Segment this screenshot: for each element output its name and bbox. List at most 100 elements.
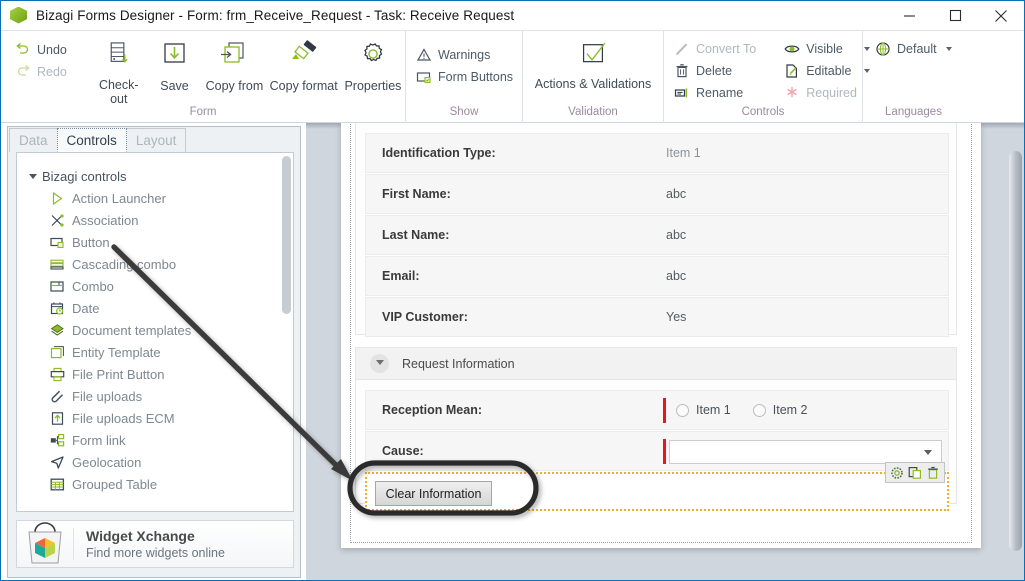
- actions-validations-label: Actions & Validations: [534, 77, 652, 91]
- radio-option-item-2[interactable]: Item 2: [752, 403, 808, 417]
- save-button[interactable]: Save: [147, 36, 203, 106]
- properties-button[interactable]: Properties: [341, 36, 405, 106]
- field-row-email[interactable]: Email: abc: [365, 256, 949, 296]
- radio-icon[interactable]: [676, 403, 689, 417]
- scrollbar-thumb[interactable]: [282, 156, 291, 314]
- chevron-down-icon[interactable]: [924, 449, 932, 455]
- control-item-file-uploads[interactable]: File uploads: [17, 385, 293, 407]
- canvas-scrollbar[interactable]: [1009, 127, 1022, 577]
- shopping-bag-icon: [17, 521, 73, 567]
- cascading-combo-icon: [50, 259, 64, 270]
- rename-label: Rename: [696, 86, 744, 100]
- combo-icon: [50, 280, 64, 292]
- control-item-association[interactable]: Association: [17, 209, 293, 231]
- minimize-icon[interactable]: [886, 1, 932, 31]
- controls-tree: Bizagi controls Action Launcher Associat…: [16, 152, 294, 512]
- field-value: Yes: [666, 310, 687, 324]
- check-out-button[interactable]: Check-out: [91, 36, 147, 106]
- rename-icon: [674, 88, 688, 98]
- widget-promo-title: Widget Xchange: [86, 527, 195, 544]
- control-item-label: File uploads: [72, 388, 143, 404]
- copy-from-icon: [221, 42, 245, 63]
- form-buttons-button[interactable]: Form Buttons: [412, 66, 517, 88]
- radio-label: Item 1: [696, 403, 731, 417]
- control-item-label: Combo: [72, 278, 114, 294]
- control-item-combo[interactable]: Combo: [17, 275, 293, 297]
- entity-template-icon: [50, 345, 64, 358]
- save-label: Save: [160, 79, 189, 93]
- gear-icon[interactable]: [890, 466, 904, 480]
- rename-button[interactable]: Rename: [670, 82, 760, 104]
- control-item-action-launcher[interactable]: Action Launcher: [17, 187, 293, 209]
- trash-icon[interactable]: [926, 466, 940, 480]
- duplicate-icon[interactable]: [908, 466, 922, 480]
- save-icon: [164, 43, 186, 63]
- panel-tabs: Data Controls Layout: [9, 127, 187, 152]
- control-item-label: Date: [72, 300, 100, 316]
- ribbon-toolbar: Undo Redo Check-out Save Copy from Copy …: [1, 31, 1024, 123]
- scrollbar-thumb[interactable]: [1009, 151, 1022, 551]
- selected-control-row[interactable]: Clear Information: [365, 462, 949, 511]
- undo-label: Undo: [37, 43, 67, 57]
- field-value: abc: [666, 228, 687, 242]
- bizagi-cube-icon: [9, 6, 29, 26]
- printer-icon: [50, 367, 65, 381]
- control-item-label: Geolocation: [72, 454, 142, 470]
- field-row-cause[interactable]: Cause:: [365, 431, 949, 471]
- widget-xchange-promo[interactable]: Widget Xchange Find more widgets online: [16, 520, 294, 568]
- copy-format-button[interactable]: Copy format: [267, 36, 341, 106]
- field-label: Reception Mean:: [382, 403, 483, 417]
- control-item-cascading-combo[interactable]: Cascading combo: [17, 253, 293, 275]
- field-row-identification-type[interactable]: Identification Type: Item 1: [365, 133, 949, 173]
- tab-layout[interactable]: Layout: [125, 128, 187, 152]
- control-item-label: Association: [72, 212, 139, 228]
- control-item-button[interactable]: Button: [17, 231, 293, 253]
- field-row-vip-customer[interactable]: VIP Customer: Yes: [365, 297, 949, 337]
- tree-root-label: Bizagi controls: [42, 168, 127, 184]
- geolocation-arrow-icon: [50, 455, 64, 469]
- delete-button[interactable]: Delete: [670, 60, 760, 82]
- delete-label: Delete: [696, 64, 733, 78]
- radio-option-item-1[interactable]: Item 1: [676, 403, 731, 417]
- radio-icon[interactable]: [752, 403, 766, 417]
- section-title: Request Information: [402, 356, 515, 371]
- field-row-first-name[interactable]: First Name: abc: [365, 174, 949, 214]
- copy-from-button[interactable]: Copy from: [202, 36, 266, 106]
- close-icon[interactable]: [978, 1, 1024, 31]
- warnings-button[interactable]: Warnings: [412, 44, 517, 66]
- convert-to-button[interactable]: Convert To: [670, 38, 760, 60]
- control-item-geolocation[interactable]: Geolocation: [17, 451, 293, 473]
- widget-promo-subtitle: Find more widgets online: [86, 545, 225, 560]
- cause-dropdown[interactable]: [669, 440, 942, 464]
- ribbon-group-form: Undo Redo Check-out Save Copy from Copy …: [1, 31, 406, 123]
- caret-down-icon[interactable]: [29, 173, 37, 179]
- control-item-grouped-table[interactable]: Grouped Table: [17, 473, 293, 495]
- control-item-file-uploads-ecm[interactable]: File uploads ECM: [17, 407, 293, 429]
- redo-icon: [17, 64, 30, 76]
- field-label: Cause:: [382, 444, 424, 458]
- divider: [73, 528, 74, 560]
- section-header-request-information[interactable]: Request Information: [355, 347, 957, 380]
- control-item-document-templates[interactable]: Document templates: [17, 319, 293, 341]
- clear-information-button[interactable]: Clear Information: [375, 481, 492, 506]
- maximize-icon[interactable]: [932, 1, 978, 31]
- actions-validations-button[interactable]: Actions & Validations: [534, 36, 652, 106]
- tab-controls[interactable]: Controls: [56, 128, 127, 152]
- control-item-form-link[interactable]: Form link: [17, 429, 293, 451]
- tab-data[interactable]: Data: [9, 128, 58, 152]
- tree-root-bizagi-controls[interactable]: Bizagi controls: [17, 165, 293, 187]
- chevron-down-icon[interactable]: [370, 354, 389, 373]
- undo-button[interactable]: Undo: [11, 39, 71, 61]
- chevron-down-icon[interactable]: [945, 47, 952, 51]
- document-templates-icon: [50, 323, 64, 336]
- control-item-entity-template[interactable]: Entity Template: [17, 341, 293, 363]
- default-language-button[interactable]: Default: [871, 38, 958, 60]
- calendar-clock-icon: [50, 302, 64, 315]
- control-item-date[interactable]: Date: [17, 297, 293, 319]
- field-row-last-name[interactable]: Last Name: abc: [365, 215, 949, 255]
- field-row-reception-mean[interactable]: Reception Mean: Item 1 Item 2: [365, 390, 949, 430]
- controls-tree-scrollbar[interactable]: [282, 156, 291, 508]
- control-item-file-print-button[interactable]: File Print Button: [17, 363, 293, 385]
- redo-button[interactable]: Redo: [11, 61, 71, 83]
- form-sheet: Identification Type: Item 1 First Name: …: [341, 123, 981, 548]
